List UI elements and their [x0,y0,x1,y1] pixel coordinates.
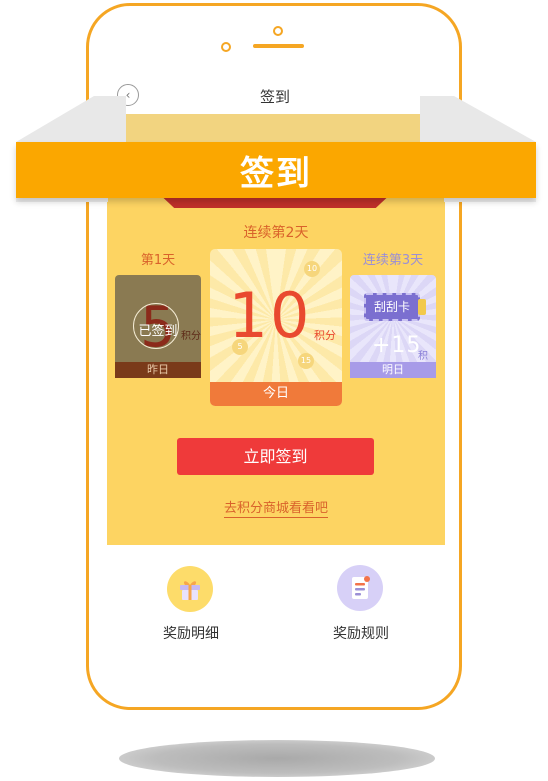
panel-top-band [107,114,445,144]
phone-shadow [119,740,435,777]
points-mall-link-text: 去积分商城看看吧 [223,501,328,518]
checkin-banner: 签到 [16,142,536,198]
yesterday-footer: 昨日 [115,362,201,378]
tomorrow-footer: 明日 [350,362,436,378]
scratch-card-ticket: 刮刮卡 [364,293,420,321]
today-points: 10 [228,279,312,352]
reward-rules-label[interactable]: 奖励规则 [316,623,406,643]
today-points-unit: 积分 [314,329,336,342]
day1-label: 第1天 [140,253,176,268]
stage: ‹ 签到 签到 连续第2天 第1天 连续第3天 5 已签到 积分 昨日 10 5… [0,0,548,781]
sensor-dot [273,26,283,36]
coin-icon: 10 [304,261,320,277]
reward-rules-button[interactable] [337,565,383,611]
reward-details-label[interactable]: 奖励明细 [146,623,236,643]
coin-icon: 15 [298,353,314,369]
tomorrow-points: +15 [372,333,422,358]
banner-title: 签到 [240,153,312,194]
day3-label: 连续第3天 [362,253,424,268]
camera-dot [221,42,231,52]
ticket-tab-icon [418,299,426,315]
yesterday-points-unit: 积分 [181,331,201,342]
speaker-slot [253,44,304,48]
points-mall-link[interactable]: 去积分商城看看吧 [200,497,352,518]
today-streak-label: 连续第2天 [243,225,309,241]
tomorrow-card: 刮刮卡 +15 积分 明日 [350,275,436,378]
chevron-left-icon: ‹ [125,88,131,102]
today-footer: 今日 [210,382,342,406]
document-icon [352,576,370,599]
reward-details-button[interactable] [167,566,213,612]
banner-wing-right [420,96,536,142]
signin-button[interactable]: 立即签到 [177,438,374,475]
page-title: 签到 [259,88,290,106]
gift-icon [180,581,200,600]
banner-wing-left [16,96,126,142]
today-card: 10 5 15 10 积分 今日 [210,249,342,406]
signed-stamp-text: 已签到 [138,324,178,339]
yesterday-card: 5 已签到 积分 昨日 [115,275,201,378]
